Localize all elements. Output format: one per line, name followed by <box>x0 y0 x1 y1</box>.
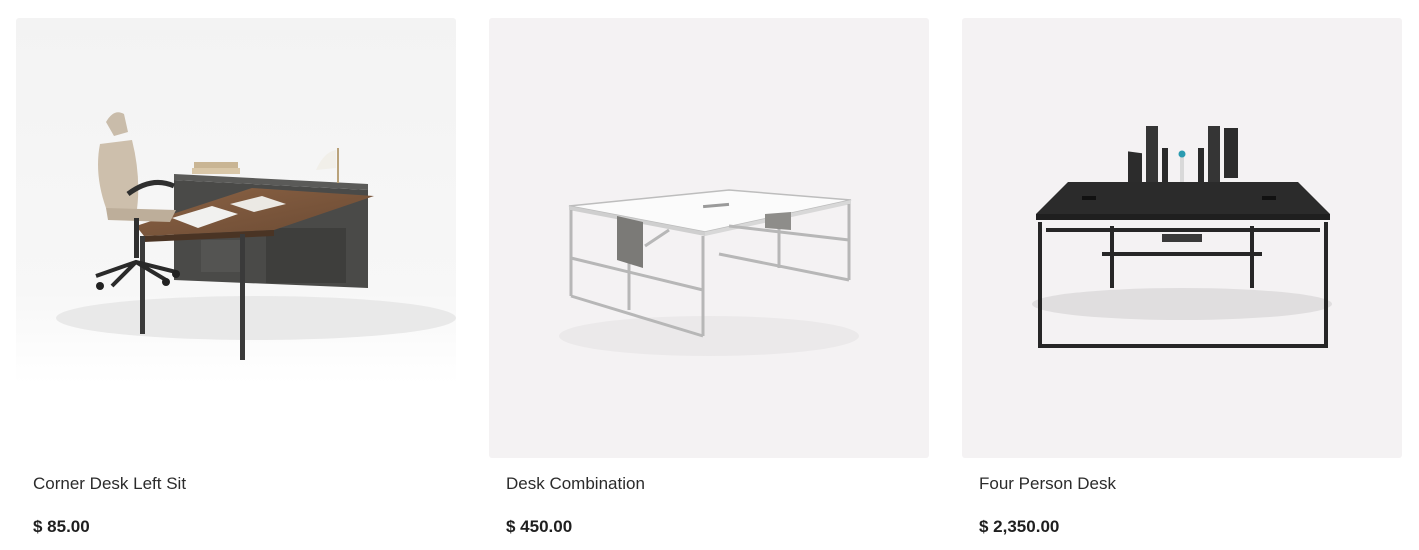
product-card[interactable]: Desk Combination $ 450.00 <box>489 18 929 550</box>
product-image[interactable] <box>962 18 1402 458</box>
four-person-desk-image <box>1032 126 1332 348</box>
product-card[interactable]: Four Person Desk $ 2,350.00 <box>962 18 1402 550</box>
product-title[interactable]: Desk Combination <box>506 474 645 494</box>
corner-desk-image <box>16 18 456 384</box>
product-price: $ 450.00 <box>506 517 573 536</box>
product-image[interactable] <box>16 18 456 458</box>
product-card[interactable]: Corner Desk Left Sit $ 85.00 <box>16 18 456 550</box>
product-title[interactable]: Four Person Desk <box>979 474 1116 494</box>
product-price: $ 2,350.00 <box>979 517 1060 536</box>
product-image[interactable] <box>489 18 929 458</box>
product-price: $ 85.00 <box>33 517 90 536</box>
product-grid: Corner Desk Left Sit $ 85.00 Desk Combin… <box>0 0 1419 550</box>
desk-combination-image <box>559 189 859 356</box>
product-title[interactable]: Corner Desk Left Sit <box>33 474 186 494</box>
